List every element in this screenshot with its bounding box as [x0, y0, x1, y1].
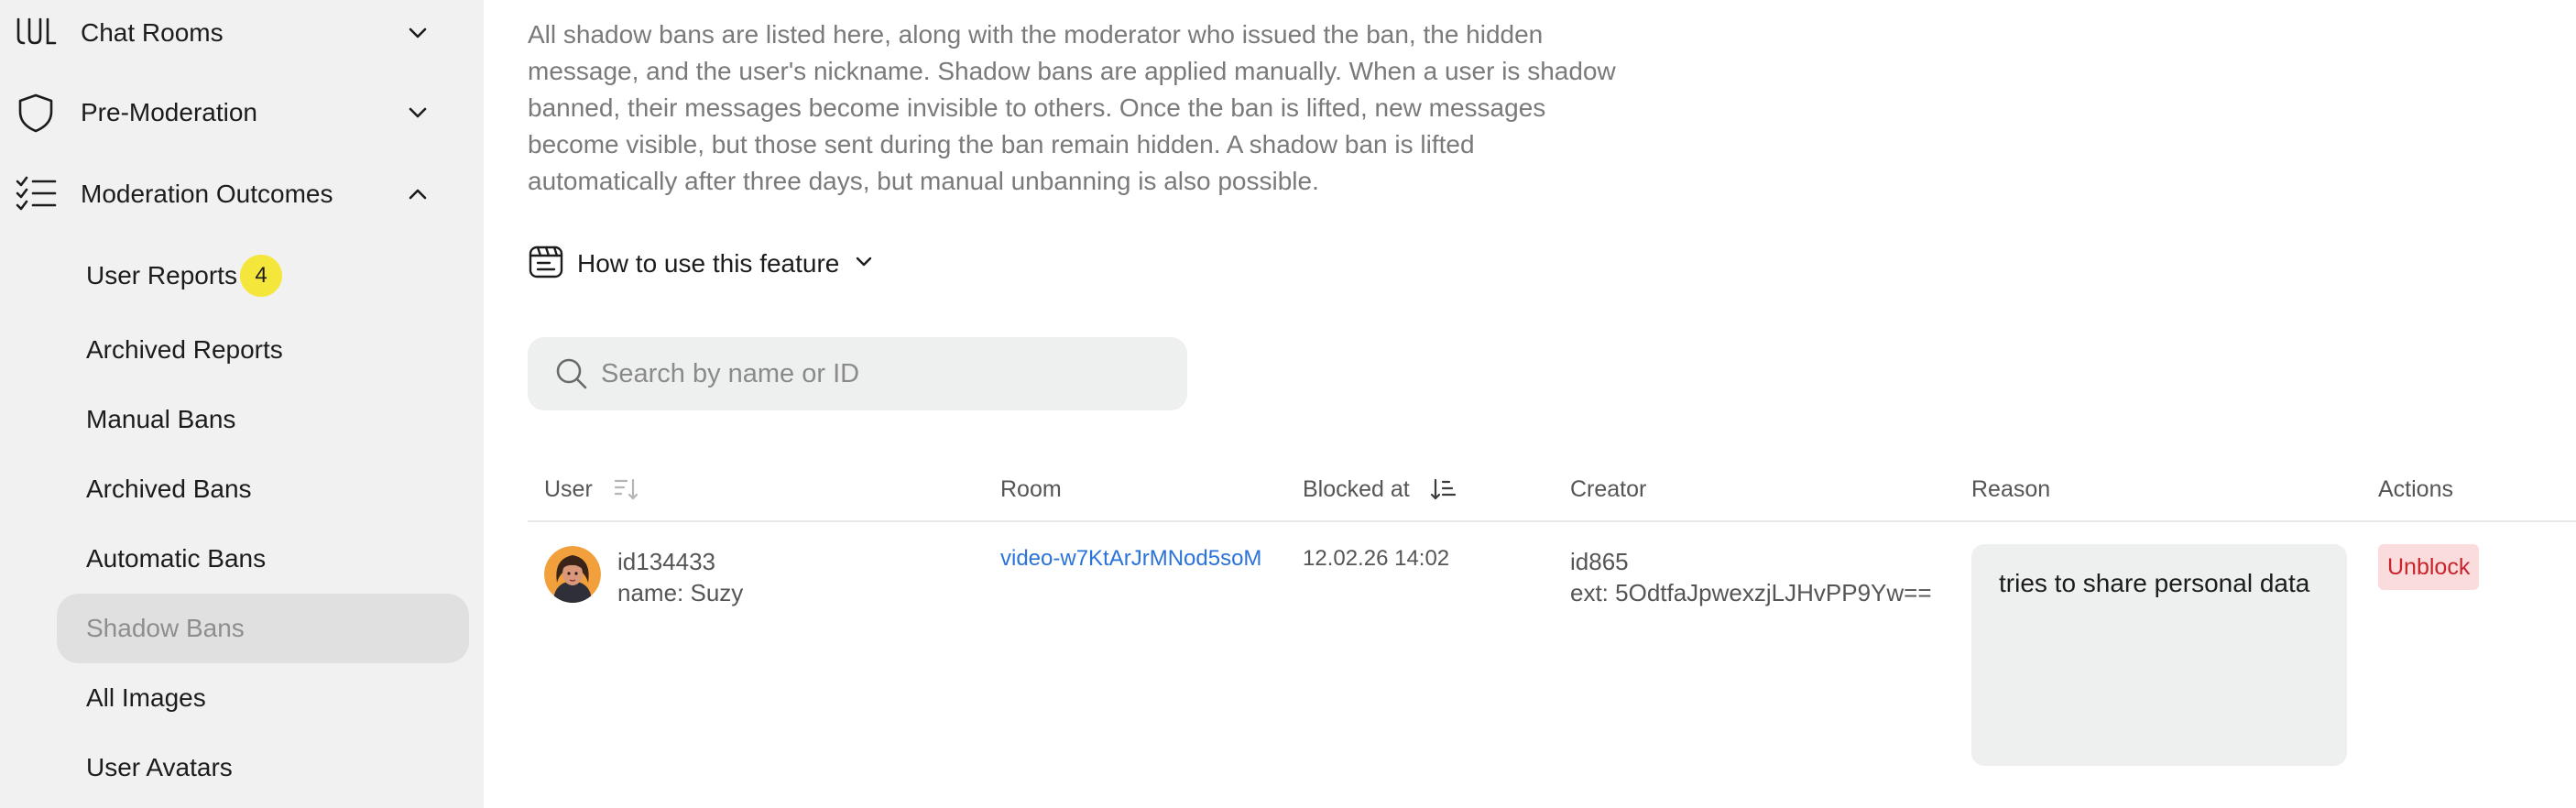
table-header: User Room Blocked at Creator Reason Acti… [528, 456, 2576, 522]
sort-icon[interactable] [613, 475, 640, 503]
user-cell: id134433 name: Suzy [617, 546, 743, 608]
search-box[interactable] [528, 337, 1187, 410]
column-label: Reason [1971, 475, 2051, 502]
shield-icon [15, 92, 57, 134]
search-input[interactable] [601, 337, 1151, 410]
column-label: Creator [1570, 475, 1647, 502]
reason-text: tries to share personal data [1971, 544, 2347, 766]
user-id: id134433 [617, 548, 715, 575]
table-row: id134433 name: Suzy video-w7KtArJrMNod5s… [528, 524, 2576, 781]
column-label: Room [1000, 475, 1062, 502]
user-name: name: Suzy [617, 579, 744, 606]
column-header-user[interactable]: User [544, 456, 640, 522]
sidebar-group-label: Chat Rooms [81, 18, 224, 47]
sidebar-item-user-reports[interactable]: User Reports 4 [57, 241, 469, 311]
column-label: User [544, 475, 593, 502]
sidebar-group-moderation-outcomes[interactable]: Moderation Outcomes [0, 162, 484, 226]
column-label: Blocked at [1303, 475, 1410, 502]
column-header-actions: Actions [2378, 456, 2453, 522]
column-header-blocked-at[interactable]: Blocked at [1303, 456, 1457, 522]
column-label: Actions [2378, 475, 2453, 502]
sidebar-item-automatic-bans[interactable]: Automatic Bans [57, 524, 469, 594]
sort-icon[interactable] [1430, 475, 1457, 503]
sidebar-item-archived-bans[interactable]: Archived Bans [57, 454, 469, 524]
search-icon [553, 355, 590, 392]
sidebar-item-label: Archived Bans [86, 475, 252, 503]
sidebar-item-label: Shadow Bans [86, 614, 245, 642]
sidebar-group-pre-moderation[interactable]: Pre-Moderation [0, 81, 484, 145]
column-header-reason: Reason [1971, 456, 2050, 522]
how-to-use-label: How to use this feature [577, 249, 840, 278]
sidebar-item-label: Automatic Bans [86, 544, 267, 573]
room-link[interactable]: video-w7KtArJrMNod5soM [1000, 546, 1261, 572]
column-header-room: Room [1000, 456, 1062, 522]
chevron-up-icon[interactable] [399, 176, 436, 213]
sidebar: Chat Rooms Pre-Moderation Moderation Out… [0, 0, 484, 808]
checklist-icon [15, 173, 57, 215]
main-content: All shadow bans are listed here, along w… [484, 0, 2576, 808]
sidebar-item-shadow-bans[interactable]: Shadow Bans [57, 594, 469, 663]
sidebar-item-label: All Images [86, 683, 206, 712]
creator-ext: ext: 5OdtfaJpwexzjLJHvPP9Yw== [1570, 579, 1932, 606]
sidebar-group-chat-rooms[interactable]: Chat Rooms [0, 1, 484, 65]
page-description: All shadow bans are listed here, along w… [528, 20, 1616, 195]
unblock-button[interactable]: Unblock [2378, 544, 2480, 590]
chat-rooms-icon [15, 12, 57, 54]
sidebar-item-label: User Reports [86, 261, 237, 289]
sidebar-item-all-images[interactable]: All Images [57, 663, 469, 733]
sidebar-item-user-avatars[interactable]: User Avatars [57, 733, 469, 803]
chevron-down-icon [852, 250, 876, 278]
sidebar-group-label: Moderation Outcomes [81, 180, 333, 208]
chevron-down-icon[interactable] [399, 94, 436, 131]
sidebar-group-label: Pre-Moderation [81, 98, 257, 126]
count-badge: 4 [240, 255, 282, 297]
sidebar-item-manual-bans[interactable]: Manual Bans [57, 385, 469, 454]
sidebar-item-label: User Avatars [86, 753, 233, 781]
how-to-use-toggle[interactable]: How to use this feature [528, 242, 876, 286]
sidebar-item-archived-reports[interactable]: Archived Reports [57, 315, 469, 385]
avatar [544, 546, 601, 603]
creator-id: id865 [1570, 548, 1629, 575]
sidebar-item-label: Manual Bans [86, 405, 236, 433]
creator-cell: id865 ext: 5OdtfaJpwexzjLJHvPP9Yw== [1570, 546, 1932, 608]
sidebar-item-label: Archived Reports [86, 335, 283, 364]
column-header-creator: Creator [1570, 456, 1646, 522]
chevron-down-icon[interactable] [399, 15, 436, 51]
clapperboard-icon [528, 244, 564, 285]
blocked-at-value: 12.02.26 14:02 [1303, 546, 1450, 571]
